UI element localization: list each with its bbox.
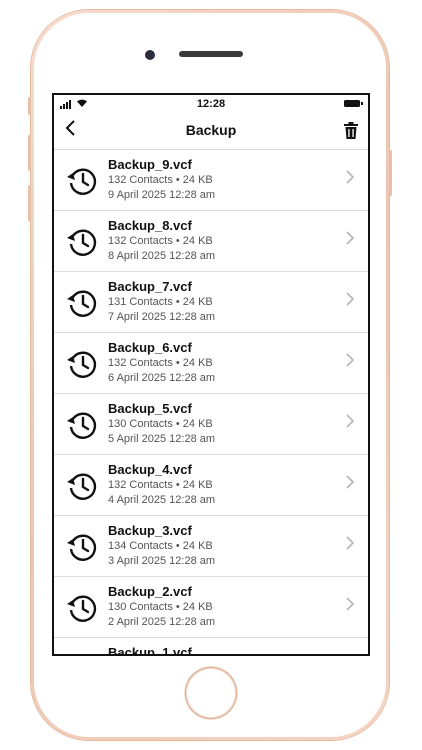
status-bar: 12:28 bbox=[54, 95, 368, 113]
backup-info: Backup_5.vcf 130 Contacts • 24 KB 5 April … bbox=[108, 400, 215, 447]
backup-file-name: Backup_4.vcf bbox=[108, 462, 192, 477]
delete-button[interactable] bbox=[344, 122, 358, 144]
list-item[interactable]: Backup_2.vcf 130 Contacts • 24 KB 2 April … bbox=[54, 577, 368, 638]
list-item[interactable]: Backup_6.vcf 132 Contacts • 24 KB 6 April … bbox=[54, 333, 368, 394]
backup-details: 132 Contacts • 24 KB bbox=[108, 235, 213, 247]
backup-date: 5 April 2025 12:28 am bbox=[108, 433, 216, 445]
status-time: 12:28 bbox=[196, 98, 226, 110]
home-button[interactable] bbox=[186, 668, 236, 718]
chevron-right-icon bbox=[346, 475, 355, 494]
backup-info: Backup_8.vcf 132 Contacts • 24 KB 8 April … bbox=[108, 217, 215, 264]
backup-info: Backup_7.vcf 131 Contacts • 24 KB 7 April … bbox=[108, 278, 215, 325]
chevron-right-icon bbox=[346, 353, 355, 372]
power-button bbox=[389, 150, 392, 196]
volume-down-button bbox=[28, 185, 31, 221]
backup-details: 132 Contacts • 24 KB bbox=[108, 479, 213, 491]
backup-date: 7 April 2025 12:28 am bbox=[108, 311, 216, 323]
list-item[interactable]: Backup_9.vcf 132 Contacts • 24 KB 9 April … bbox=[54, 150, 368, 211]
backup-file-name: Backup_8.vcf bbox=[108, 218, 192, 233]
backup-details: 134 Contacts • 24 KB bbox=[108, 540, 213, 552]
backup-file-name: Backup_9.vcf bbox=[108, 157, 192, 172]
chevron-right-icon bbox=[346, 170, 355, 189]
list-item[interactable]: Backup_1.vcf bbox=[54, 638, 368, 656]
backup-file-name: Backup_6.vcf bbox=[108, 340, 192, 355]
history-icon bbox=[66, 409, 98, 446]
backup-date: 4 April 2025 12:28 am bbox=[108, 494, 216, 506]
backup-info: Backup_1.vcf bbox=[108, 644, 192, 656]
backup-file-name: Backup_3.vcf bbox=[108, 523, 192, 538]
list-item[interactable]: Backup_8.vcf 132 Contacts • 24 KB 8 April … bbox=[54, 211, 368, 272]
backup-info: Backup_2.vcf 130 Contacts • 24 KB 2 April … bbox=[108, 583, 215, 630]
chevron-right-icon bbox=[346, 292, 355, 311]
history-icon bbox=[66, 165, 98, 202]
history-icon bbox=[66, 287, 98, 324]
trash-icon bbox=[344, 122, 358, 139]
history-icon bbox=[66, 348, 98, 385]
battery-icon bbox=[344, 100, 363, 107]
backup-date: 2 April 2025 12:28 am bbox=[108, 616, 216, 628]
chevron-right-icon bbox=[346, 414, 355, 433]
chevron-right-icon bbox=[346, 231, 355, 250]
list-item[interactable]: Backup_5.vcf 130 Contacts • 24 KB 5 April … bbox=[54, 394, 368, 455]
backup-details: 130 Contacts • 24 KB bbox=[108, 418, 213, 430]
backup-file-name: Backup_1.vcf bbox=[108, 645, 192, 656]
backup-info: Backup_3.vcf 134 Contacts • 24 KB 3 April … bbox=[108, 522, 215, 569]
backup-details: 131 Contacts • 24 KB bbox=[108, 296, 213, 308]
backup-details: 130 Contacts • 24 KB bbox=[108, 601, 213, 613]
chevron-right-icon bbox=[346, 536, 355, 555]
screen: 12:28 Backup Backup_9.vcf 132 Contacts • … bbox=[52, 93, 370, 656]
list-item[interactable]: Backup_4.vcf 132 Contacts • 24 KB 4 April … bbox=[54, 455, 368, 516]
backup-info: Backup_4.vcf 132 Contacts • 24 KB 4 April … bbox=[108, 461, 215, 508]
page-title: Backup bbox=[185, 122, 237, 138]
mute-switch bbox=[28, 97, 31, 115]
chevron-right-icon bbox=[346, 597, 355, 616]
history-icon bbox=[66, 226, 98, 263]
volume-up-button bbox=[28, 135, 31, 171]
backup-date: 6 April 2025 12:28 am bbox=[108, 372, 216, 384]
history-icon bbox=[66, 531, 98, 568]
backup-date: 8 April 2025 12:28 am bbox=[108, 250, 216, 262]
backup-file-name: Backup_2.vcf bbox=[108, 584, 192, 599]
history-icon bbox=[66, 653, 98, 654]
backup-date: 3 April 2025 12:28 am bbox=[108, 555, 216, 567]
backup-file-name: Backup_5.vcf bbox=[108, 401, 192, 416]
backup-date: 9 April 2025 12:28 am bbox=[108, 189, 216, 201]
backup-list: Backup_9.vcf 132 Contacts • 24 KB 9 April … bbox=[54, 150, 368, 656]
backup-file-name: Backup_7.vcf bbox=[108, 279, 192, 294]
navigation-bar: Backup bbox=[54, 113, 368, 150]
list-item[interactable]: Backup_7.vcf 131 Contacts • 24 KB 7 April … bbox=[54, 272, 368, 333]
backup-info: Backup_6.vcf 132 Contacts • 24 KB 6 April … bbox=[108, 339, 215, 386]
backup-details: 132 Contacts • 24 KB bbox=[108, 357, 213, 369]
earpiece-speaker bbox=[179, 51, 243, 57]
history-icon bbox=[66, 470, 98, 507]
front-camera bbox=[145, 50, 155, 60]
list-item[interactable]: Backup_3.vcf 134 Contacts • 24 KB 3 April … bbox=[54, 516, 368, 577]
backup-details: 132 Contacts • 24 KB bbox=[108, 174, 213, 186]
backup-info: Backup_9.vcf 132 Contacts • 24 KB 9 April … bbox=[108, 156, 215, 203]
history-icon bbox=[66, 592, 98, 629]
